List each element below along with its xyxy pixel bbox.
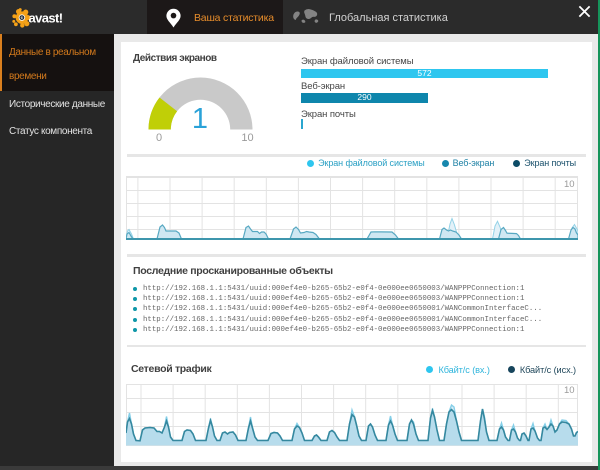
svg-text:avast!: avast! bbox=[29, 10, 63, 25]
